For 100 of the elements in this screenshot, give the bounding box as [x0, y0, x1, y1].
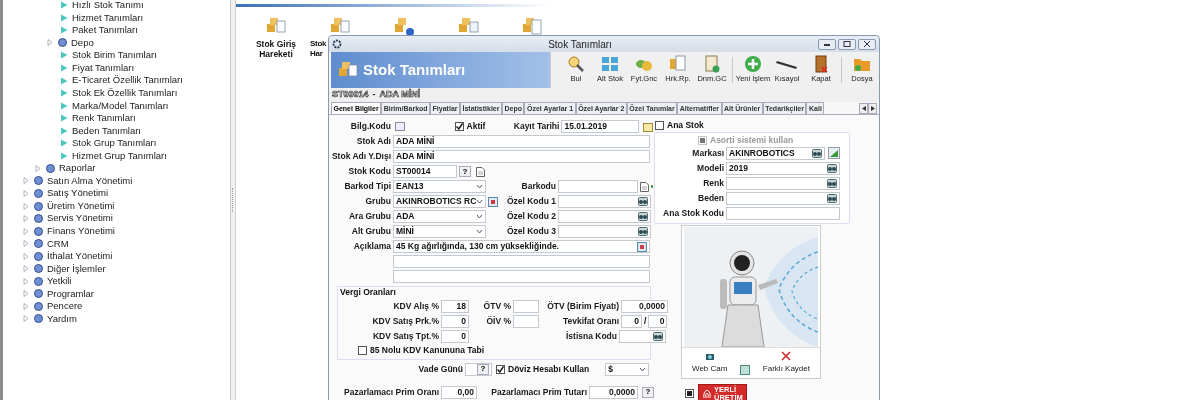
- tree-item[interactable]: Pencere: [47, 299, 83, 314]
- text-field[interactable]: [726, 176, 840, 190]
- text-field[interactable]: 45 Kg ağırlığında, 130 cm yüksekliğinde.: [393, 240, 650, 253]
- boxes-icon[interactable]: [521, 15, 543, 37]
- dropdown[interactable]: MİNİ: [393, 225, 486, 238]
- tree-item[interactable]: Marka/Model Tanımları: [72, 98, 169, 113]
- text-field[interactable]: [726, 191, 840, 205]
- desktop-icon-label[interactable]: Stok Giriş Hareketi: [248, 39, 304, 59]
- scroll-left-button[interactable]: [859, 103, 868, 114]
- dropdown[interactable]: EAN13: [393, 180, 486, 193]
- tree-item[interactable]: İthalat Yönetimi: [47, 249, 113, 264]
- minimize-button[interactable]: [818, 38, 836, 50]
- checkbox[interactable]: [685, 389, 694, 399]
- tree-item[interactable]: Hizmet Grup Tanımları: [72, 148, 167, 163]
- text-field[interactable]: 0: [441, 314, 469, 328]
- field-label: Stok Adı Y.Dışı: [331, 150, 391, 163]
- save-as-button[interactable]: Farklı Kaydet: [762, 350, 810, 375]
- checkbox[interactable]: [655, 120, 664, 130]
- text-field[interactable]: 0: [441, 329, 469, 343]
- binoculars-icon[interactable]: [638, 197, 648, 206]
- calendar-icon[interactable]: [643, 121, 653, 132]
- text-field[interactable]: [393, 255, 650, 268]
- tree-item[interactable]: Diğer İşlemler: [47, 261, 106, 276]
- scroll-right-button[interactable]: [868, 103, 877, 114]
- binoculars-icon[interactable]: [827, 193, 837, 203]
- image-button[interactable]: [740, 364, 751, 375]
- close-button[interactable]: [858, 38, 876, 50]
- binoculars-icon[interactable]: [827, 163, 837, 173]
- maximize-button[interactable]: [838, 38, 856, 50]
- tree-item[interactable]: Renk Tanımları: [72, 111, 136, 126]
- info-icon[interactable]: [395, 122, 405, 131]
- tree-item[interactable]: Satın Alma Yönetimi: [47, 173, 133, 189]
- text-field[interactable]: 0,0000: [589, 385, 638, 399]
- text-field[interactable]: 2019: [726, 161, 840, 175]
- text-field[interactable]: 15.01.2019: [561, 120, 640, 133]
- binoculars-icon[interactable]: [812, 148, 822, 158]
- text-field[interactable]: AKINROBOTICS: [726, 146, 825, 160]
- binoculars-icon[interactable]: [638, 212, 648, 221]
- text-field[interactable]: 0,0000: [621, 299, 668, 313]
- text-field[interactable]: [558, 180, 638, 193]
- webcam-button[interactable]: Web Cam: [692, 350, 728, 375]
- lookup-button-icon[interactable]: [488, 196, 498, 207]
- text-field[interactable]: [513, 299, 539, 313]
- text-field[interactable]: [558, 210, 651, 223]
- tree-item[interactable]: CRM: [47, 236, 69, 251]
- tree-item[interactable]: Fiyat Tanımları: [72, 60, 135, 76]
- tree-item[interactable]: Finans Yönetimi: [47, 224, 115, 239]
- tree-item[interactable]: Raporlar: [59, 161, 96, 176]
- tree-item[interactable]: Paket Tanımları: [72, 23, 138, 38]
- tree-item[interactable]: Yetkili: [47, 274, 72, 289]
- text-field[interactable]: [558, 225, 651, 238]
- text-field[interactable]: [513, 314, 539, 328]
- tree-item[interactable]: Yardım: [47, 311, 77, 327]
- tree-item[interactable]: Hızlı Stok Tanımı: [72, 0, 144, 13]
- chevron-down-icon: [476, 214, 483, 219]
- binoculars-icon[interactable]: [638, 227, 648, 236]
- lookup-button-icon[interactable]: [637, 241, 647, 252]
- dropdown[interactable]: AKINROBOTICS RC: [393, 195, 486, 208]
- tree-item[interactable]: Programlar: [47, 286, 94, 301]
- tree-item[interactable]: Hizmet Tanımları: [72, 10, 144, 25]
- boxes-icon[interactable]: [393, 15, 415, 37]
- text-field[interactable]: 0,00: [441, 385, 477, 399]
- tree-item[interactable]: Depo: [71, 35, 94, 51]
- tree-item[interactable]: Stok Ek Özellik Tanımları: [72, 86, 178, 101]
- help-button[interactable]: ?: [459, 166, 471, 177]
- field-label: KDV Satış Prk.%: [371, 314, 439, 328]
- tree-item[interactable]: Stok Grup Tanımları: [72, 136, 157, 151]
- checkbox[interactable]: [454, 122, 464, 131]
- left-arrow-icon: [861, 106, 866, 111]
- tree-item[interactable]: Stok Birim Tanımları: [72, 48, 157, 63]
- field-label: Bilg.Kodu: [349, 120, 391, 133]
- help-button[interactable]: ?: [477, 363, 489, 375]
- text-field[interactable]: 0: [621, 314, 642, 328]
- document-icon[interactable]: [640, 181, 649, 192]
- help-button[interactable]: ?: [642, 386, 654, 398]
- text-field[interactable]: [393, 270, 650, 283]
- text-field[interactable]: [558, 195, 651, 208]
- text-field[interactable]: [619, 329, 666, 343]
- tree-item[interactable]: E-Ticaret Özellik Tanımları: [72, 73, 183, 88]
- chart-icon[interactable]: [828, 147, 840, 160]
- text-field[interactable]: ADA MİNİ: [393, 150, 650, 163]
- dropdown[interactable]: $: [605, 362, 650, 376]
- tree-item[interactable]: Satış Yönetimi: [47, 186, 109, 201]
- text-field[interactable]: ST00014: [393, 165, 457, 178]
- text-field[interactable]: 0: [648, 314, 668, 328]
- binoculars-icon[interactable]: [827, 178, 837, 188]
- binoculars-icon[interactable]: [653, 331, 663, 341]
- gear-icon: [332, 39, 342, 49]
- text-field[interactable]: [726, 206, 840, 220]
- document-icon[interactable]: [476, 166, 485, 177]
- dropdown[interactable]: ADA: [393, 210, 486, 223]
- tree-item[interactable]: Beden Tanımları: [72, 123, 141, 138]
- text-field[interactable]: 18: [441, 299, 469, 313]
- text-field[interactable]: ADA MİNİ: [393, 135, 650, 148]
- checkbox[interactable]: [358, 345, 367, 355]
- desktop-icon-label[interactable]: Stok Har: [310, 39, 328, 59]
- tree-item[interactable]: Üretim Yönetimi: [47, 198, 115, 214]
- text-field[interactable]: ?: [465, 362, 492, 376]
- checkbox[interactable]: [496, 364, 505, 374]
- tree-item[interactable]: Servis Yönetimi: [47, 211, 113, 226]
